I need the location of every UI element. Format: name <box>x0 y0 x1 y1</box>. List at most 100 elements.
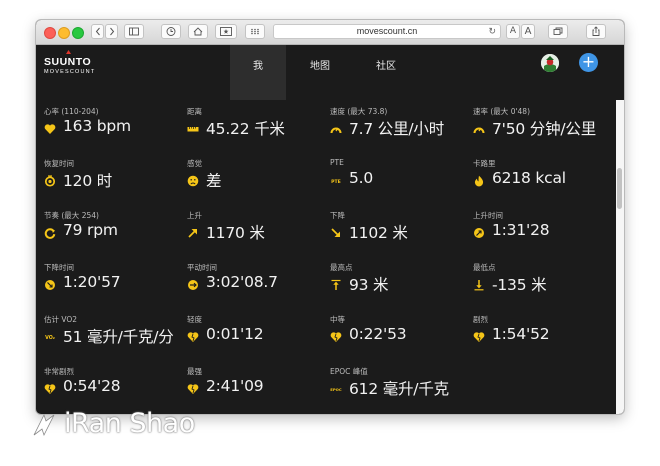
metric-value: 7'50 分钟/公里 <box>492 120 596 138</box>
metric-cell: 感觉差 <box>179 152 322 203</box>
metric-label: 节奏 (最大 254) <box>44 211 99 220</box>
sidebar-toggle-button[interactable] <box>124 24 144 39</box>
watermark: iRan Shao <box>30 408 230 444</box>
metric-cell: 最高点 93 米 <box>322 256 465 307</box>
metric-label: 感觉 <box>187 159 202 168</box>
metric-value: 差 <box>206 172 222 190</box>
avatar-image <box>541 54 559 72</box>
history-button[interactable] <box>161 24 181 39</box>
metric-label: 平动时间 <box>187 263 217 272</box>
tabs-icon <box>553 27 563 35</box>
svg-text:PTE: PTE <box>331 179 341 185</box>
metric-cell: PTE PTE 5.0 <box>322 152 465 203</box>
metric-cell: 心率 (110-204) 163 bpm <box>36 100 179 151</box>
heart-zone-max-icon <box>187 383 199 395</box>
watermark-logo <box>33 413 55 436</box>
metric-cell: 估计 VO2 VO₂ 51 毫升/千克/分 <box>36 308 179 359</box>
nav-tab-community[interactable]: 社区 <box>358 45 414 100</box>
bookmark-button[interactable] <box>215 24 237 39</box>
metric-cell: 速率 (最大 0'48) 7'50 分钟/公里 <box>465 100 608 151</box>
heart-zone-moderate-icon <box>330 331 342 343</box>
back-button[interactable] <box>91 24 104 39</box>
metric-label: 最低点 <box>473 263 496 272</box>
metric-value: 1:31'28 <box>492 221 550 239</box>
metric-label: PTE <box>330 158 344 167</box>
nav-tab-map-label: 地图 <box>310 61 330 72</box>
nav-tab-me[interactable]: 我 <box>230 45 286 100</box>
metric-label: 中等 <box>330 315 345 324</box>
metric-cell: 下降 1102 米 <box>322 204 465 255</box>
share-icon <box>592 26 600 36</box>
nav-tab-me-label: 我 <box>253 61 263 72</box>
text-larger-label: A <box>524 26 532 37</box>
metric-cell: 下降时间 1:20'57 <box>36 256 179 307</box>
metric-cell: 速度 (最大 73.8) 7.7 公里/小时 <box>322 100 465 151</box>
add-move-button[interactable]: + <box>579 53 598 72</box>
metric-label: 距离 <box>187 107 202 116</box>
chevron-left-icon <box>95 27 100 36</box>
metric-label: 心率 (110-204) <box>44 107 99 116</box>
metric-value: 1102 米 <box>349 224 408 242</box>
epoc-icon: EPOC <box>330 383 342 395</box>
scrollbar-track[interactable] <box>616 100 624 414</box>
metric-value: 45.22 千米 <box>206 120 285 138</box>
text-larger-button[interactable]: A <box>521 24 535 39</box>
tab-overview-button[interactable] <box>548 24 568 39</box>
metric-label: 卡路里 <box>473 159 496 168</box>
arrow-down-right-icon <box>330 227 342 239</box>
nav-tab-map[interactable]: 地图 <box>292 45 348 100</box>
metric-value: 7.7 公里/小时 <box>349 120 444 138</box>
address-bar[interactable]: movescount.cn ↻ <box>273 24 501 39</box>
metric-value: 1170 米 <box>206 224 265 242</box>
forward-button[interactable] <box>105 24 118 39</box>
highest-point-icon <box>330 279 342 291</box>
metric-value: 0:22'53 <box>349 325 407 343</box>
metric-label: 非常剧烈 <box>44 367 74 376</box>
url-text: movescount.cn <box>356 26 418 36</box>
suunto-logo[interactable]: SUUNTO MOVESCOUNT <box>44 50 95 75</box>
heart-icon <box>44 123 56 135</box>
pace-gauge-icon <box>473 123 485 135</box>
metric-label: 轻度 <box>187 315 202 324</box>
metric-cell: 最强 2:41'09 <box>179 360 322 411</box>
grid-icon <box>251 28 259 35</box>
metric-value: 93 米 <box>349 276 389 294</box>
ruler-icon <box>187 123 199 135</box>
metric-value: 2:41'09 <box>206 377 264 395</box>
metric-value: 1:20'57 <box>63 273 121 291</box>
zoom-window-button[interactable] <box>72 27 84 39</box>
home-icon <box>193 27 203 36</box>
home-button[interactable] <box>188 24 208 39</box>
bookmark-star-icon <box>220 27 232 36</box>
scrollbar-thumb[interactable] <box>617 168 622 209</box>
metric-label: 最强 <box>187 367 202 376</box>
metric-cell: 节奏 (最大 254) 79 rpm <box>36 204 179 255</box>
top-sites-button[interactable] <box>245 24 265 39</box>
vo2-icon: VO₂ <box>44 331 56 343</box>
metric-cell: 中等 0:22'53 <box>322 308 465 359</box>
share-button[interactable] <box>586 24 606 39</box>
metric-label: 估计 VO2 <box>44 315 78 324</box>
text-smaller-button[interactable]: A <box>506 24 520 39</box>
metric-label: 速度 (最大 73.8) <box>330 107 388 116</box>
metric-value: 163 bpm <box>63 117 131 135</box>
heart-zone-hard-icon <box>473 331 485 343</box>
reload-icon[interactable]: ↻ <box>488 25 496 38</box>
metrics-grid: 心率 (110-204) 163 bpm 距离 45.22 千米 速度 (最大 73.8… <box>36 100 616 414</box>
user-avatar[interactable] <box>541 54 559 72</box>
metric-cell: 恢复时间 120 时 <box>36 152 179 203</box>
metric-cell: 上升 1170 米 <box>179 204 322 255</box>
clock-icon <box>166 27 176 36</box>
watermark-text: iRan Shao <box>64 408 195 439</box>
flat-time-icon <box>187 279 199 291</box>
svg-text:EPOC: EPOC <box>330 387 342 392</box>
cadence-icon <box>44 227 56 239</box>
recovery-clock-icon <box>44 175 56 187</box>
metric-label: 最高点 <box>330 263 353 272</box>
arrow-up-right-icon <box>187 227 199 239</box>
flame-icon <box>473 175 485 187</box>
sidebar-icon <box>129 27 139 36</box>
minimize-window-button[interactable] <box>58 27 70 39</box>
metric-label: 剧烈 <box>473 315 488 324</box>
close-window-button[interactable] <box>44 27 56 39</box>
